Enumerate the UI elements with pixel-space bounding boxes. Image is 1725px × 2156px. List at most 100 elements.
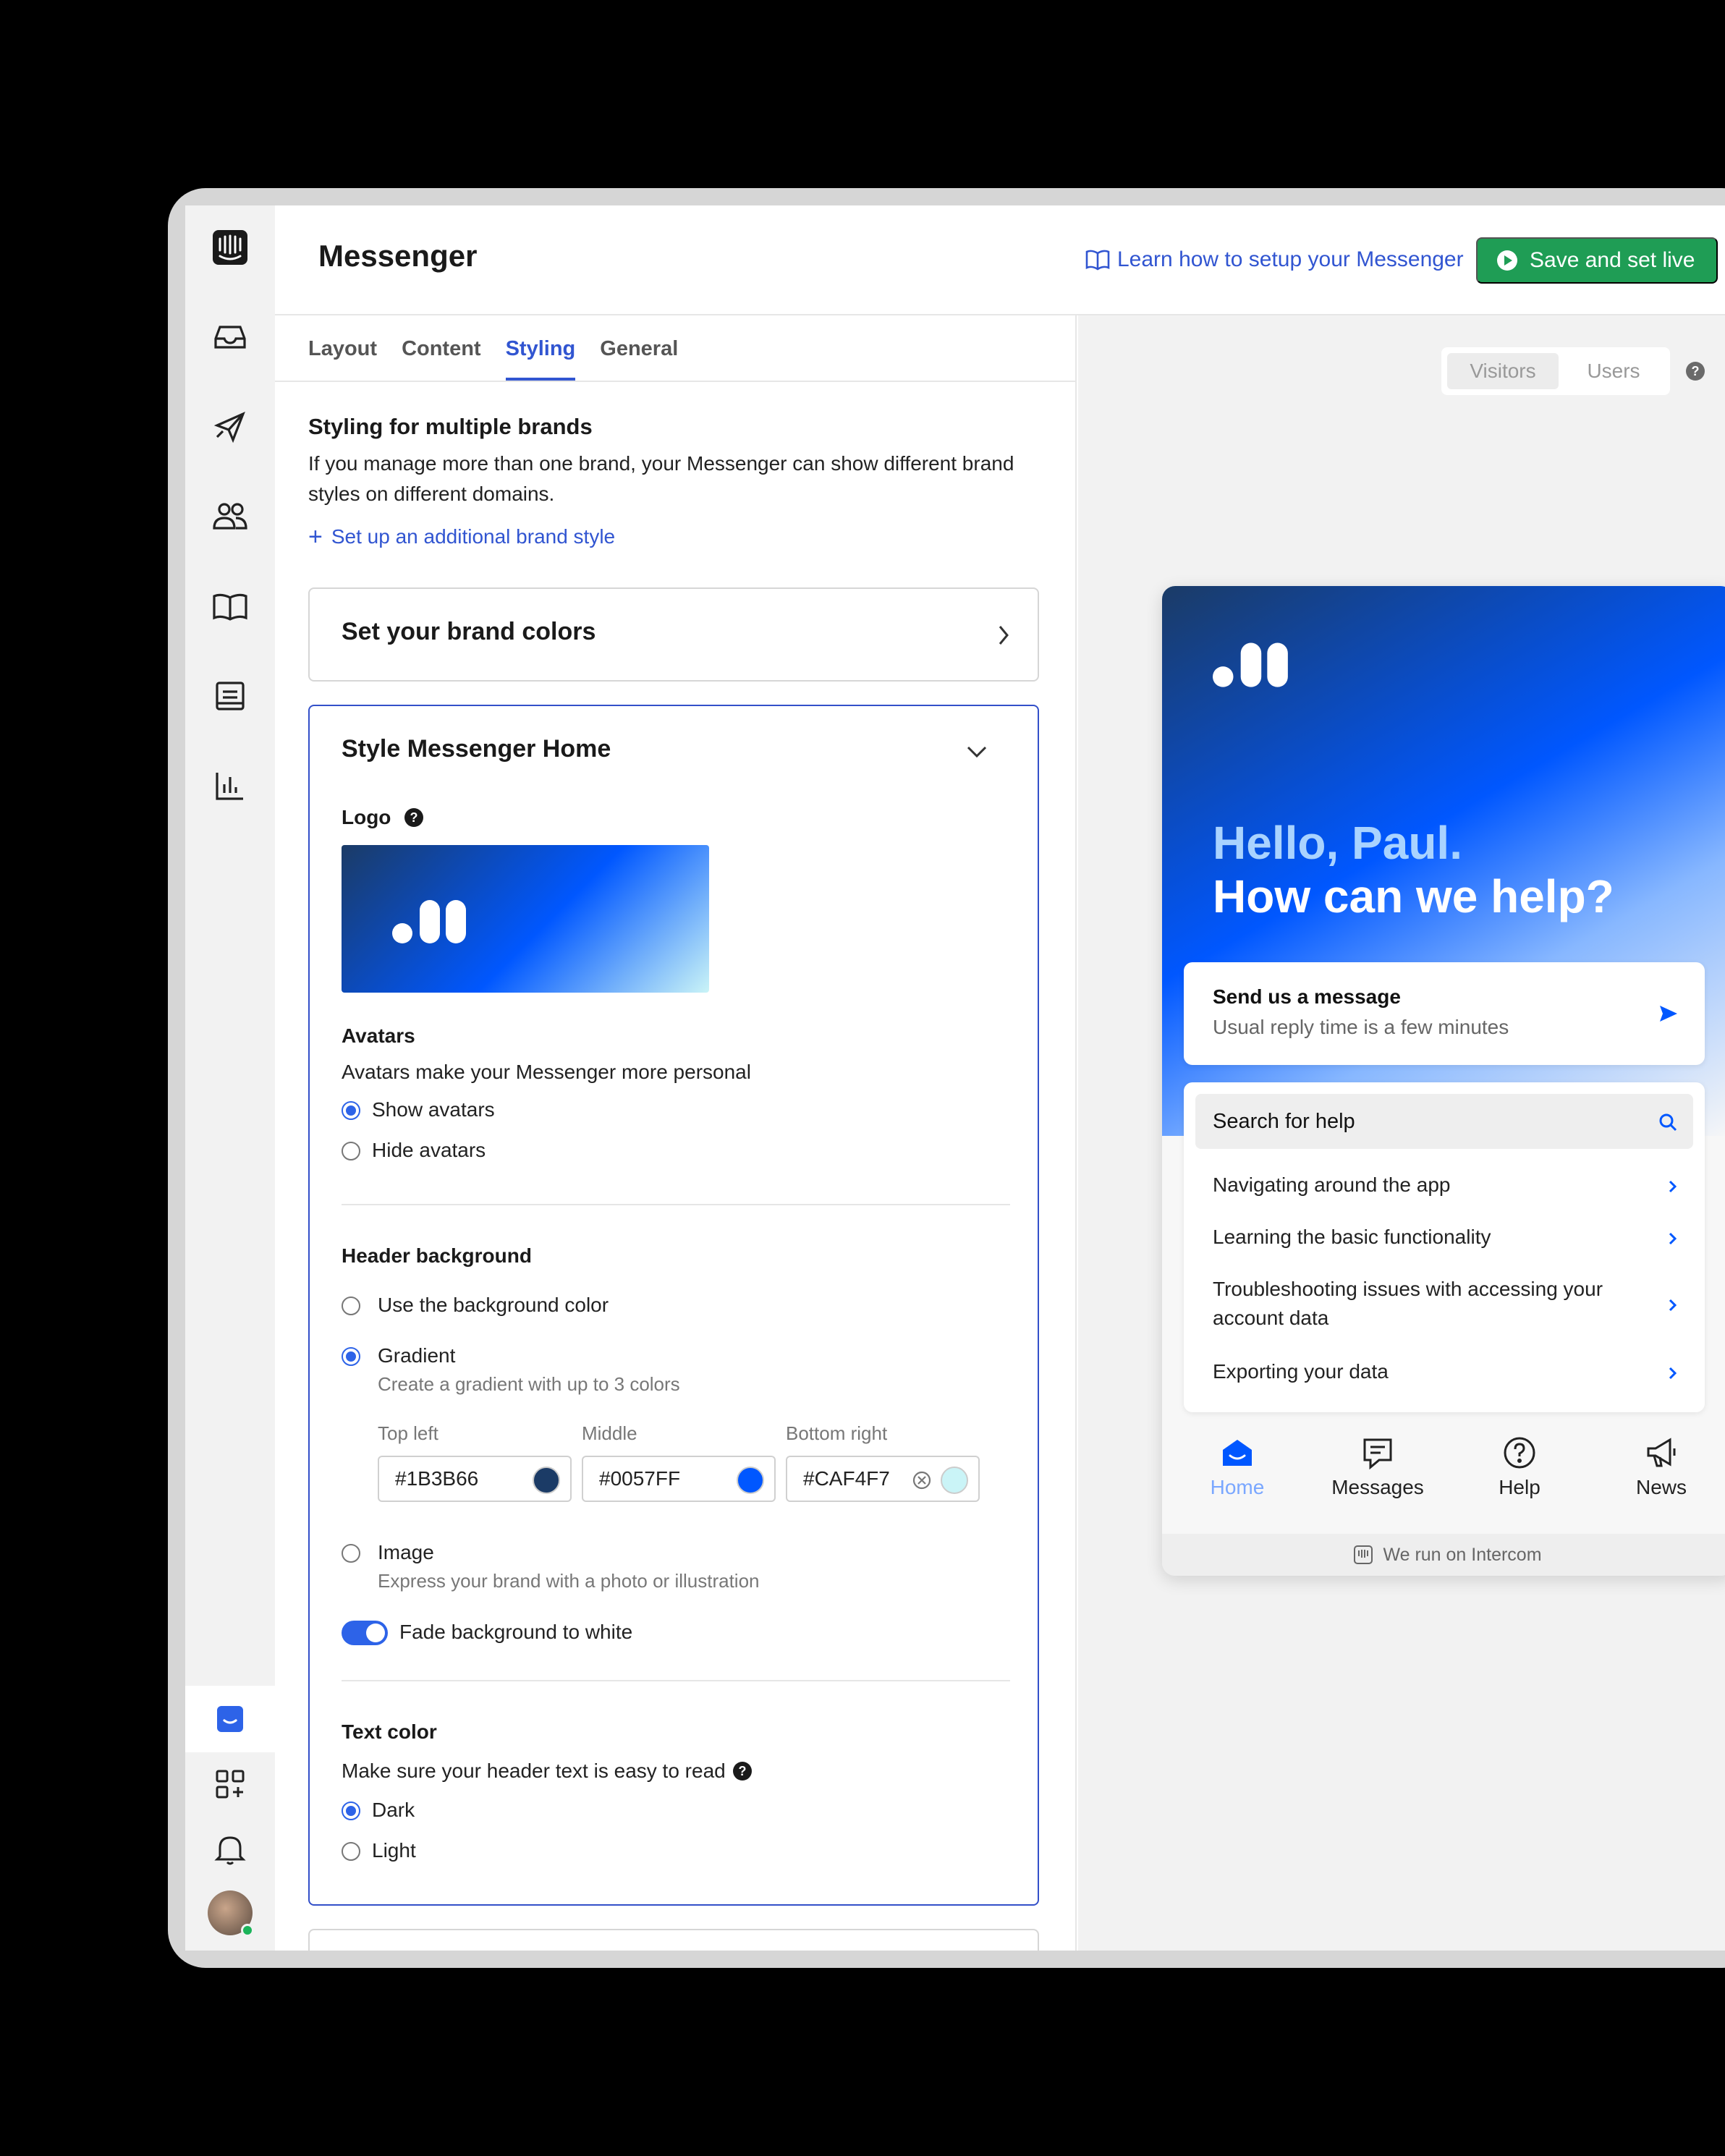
next-section-card[interactable] [308, 1929, 1039, 1951]
online-status-dot [241, 1924, 254, 1937]
segment-users[interactable]: Users [1563, 353, 1664, 389]
nav-help[interactable]: Help [1462, 1435, 1577, 1499]
radio-dark[interactable] [342, 1801, 360, 1820]
nav-home-label: Home [1210, 1476, 1265, 1498]
middle-color-field[interactable]: #0057FF [582, 1456, 776, 1502]
chevron-right-icon [1669, 1180, 1677, 1193]
articles-icon[interactable] [185, 573, 275, 640]
reports-chart-icon[interactable] [185, 752, 275, 819]
intercom-logo-icon [1354, 1545, 1373, 1564]
bottom-right-swatch[interactable] [941, 1467, 968, 1494]
search-icon [1659, 1113, 1677, 1132]
radio-gradient[interactable] [342, 1347, 360, 1366]
tab-general[interactable]: General [600, 315, 678, 381]
help-icon[interactable]: ? [732, 1761, 753, 1781]
radio-show-avatars[interactable] [342, 1101, 360, 1120]
settings-pane: Layout Content Styling General Styling f… [275, 315, 1077, 1951]
top-left-label: Top left [378, 1422, 438, 1444]
learn-setup-link[interactable]: Learn how to setup your Messenger [1085, 247, 1464, 272]
article-item[interactable]: Troubleshooting issues with accessing yo… [1213, 1275, 1647, 1333]
send-icon [1660, 1006, 1677, 1022]
greeting-line-1: Hello, Paul. [1213, 817, 1462, 869]
bottom-right-label: Bottom right [786, 1422, 888, 1444]
chevron-right-icon [1669, 1367, 1677, 1380]
middle-swatch[interactable] [737, 1467, 764, 1494]
add-brand-style-link[interactable]: + Set up an additional brand style [308, 523, 616, 551]
chevron-right-icon [999, 626, 1009, 645]
text-color-title: Text color [342, 1720, 437, 1743]
multi-brand-description: If you manage more than one brand, your … [308, 452, 1014, 505]
brand-colors-card[interactable]: Set your brand colors [308, 587, 1039, 682]
audience-segmented-control: Visitors Users [1441, 347, 1670, 395]
add-brand-style-label: Set up an additional brand style [331, 525, 616, 548]
user-avatar[interactable] [185, 1880, 275, 1946]
nav-home[interactable]: Home [1179, 1435, 1295, 1499]
bottom-right-color-value: #CAF4F7 [803, 1467, 890, 1490]
help-search-card: Search for help Navigating around the ap… [1184, 1082, 1705, 1412]
settings-tabs: Layout Content Styling General [308, 315, 678, 381]
svg-text:?: ? [410, 810, 418, 825]
top-bar: Messenger Learn how to setup your Messen… [275, 205, 1725, 315]
intercom-logo-icon[interactable] [185, 214, 275, 281]
tabs-divider [275, 381, 1075, 382]
radio-light[interactable] [342, 1842, 360, 1861]
messages-icon [1363, 1438, 1392, 1470]
nav-news[interactable]: News [1603, 1435, 1719, 1499]
send-message-card[interactable]: Send us a message Usual reply time is a … [1184, 962, 1705, 1065]
article-item[interactable]: Exporting your data [1213, 1357, 1647, 1386]
avatars-description: Avatars make your Messenger more persona… [342, 1061, 751, 1083]
inbox-icon[interactable] [185, 304, 275, 370]
messenger-preview: Hello, Paul. How can we help? Send us a … [1162, 586, 1725, 1576]
top-left-color-field[interactable]: #1B3B66 [378, 1456, 572, 1502]
nav-messages[interactable]: Messages [1320, 1435, 1436, 1499]
top-left-swatch[interactable] [533, 1467, 560, 1494]
background-color-label: Use the background color [378, 1294, 609, 1316]
help-icon[interactable]: ? [1684, 360, 1706, 382]
logo-preview[interactable] [342, 845, 709, 993]
article-item[interactable]: Navigating around the app [1213, 1171, 1647, 1200]
play-icon [1497, 250, 1517, 271]
image-description: Express your brand with a photo or illus… [378, 1570, 760, 1592]
page-title: Messenger [318, 239, 478, 273]
article-item[interactable]: Learning the basic functionality [1213, 1223, 1647, 1252]
avatars-title: Avatars [342, 1024, 415, 1047]
section-divider [342, 1680, 1010, 1681]
logo-label: Logo [342, 806, 391, 828]
help-search-input[interactable]: Search for help [1195, 1094, 1693, 1149]
section-divider [342, 1204, 1010, 1205]
style-home-card: Style Messenger Home Logo ? Avatars Avat… [308, 705, 1039, 1906]
bottom-right-color-field[interactable]: #CAF4F7 [786, 1456, 980, 1502]
plus-icon: + [308, 523, 323, 551]
tab-content[interactable]: Content [402, 315, 481, 381]
icon-rail [185, 205, 275, 1951]
megaphone-icon [1647, 1438, 1676, 1467]
help-icon[interactable]: ? [404, 807, 424, 828]
send-message-title: Send us a message [1213, 985, 1401, 1008]
contacts-icon[interactable] [185, 483, 275, 550]
chevron-right-icon [1669, 1232, 1677, 1245]
radio-hide-avatars[interactable] [342, 1142, 360, 1160]
tab-layout[interactable]: Layout [308, 315, 377, 381]
outbound-icon[interactable] [185, 394, 275, 460]
radio-image[interactable] [342, 1544, 360, 1563]
notifications-icon[interactable] [185, 1816, 275, 1883]
save-and-set-live-button[interactable]: Save and set live [1476, 237, 1718, 284]
messenger-icon[interactable] [185, 1686, 275, 1752]
show-avatars-label: Show avatars [372, 1098, 495, 1121]
reports-doc-icon[interactable] [185, 663, 275, 729]
tab-styling[interactable]: Styling [505, 315, 576, 381]
middle-color-value: #0057FF [599, 1467, 681, 1490]
powered-by-footer[interactable]: We run on Intercom [1162, 1534, 1725, 1576]
clear-icon[interactable] [912, 1470, 932, 1490]
chevron-right-icon [1669, 1299, 1677, 1312]
segment-visitors[interactable]: Visitors [1447, 353, 1559, 389]
home-icon [1223, 1440, 1252, 1466]
fade-background-toggle[interactable] [342, 1621, 388, 1645]
fade-background-label: Fade background to white [399, 1621, 633, 1643]
header-bg-title: Header background [342, 1244, 532, 1267]
help-search-placeholder: Search for help [1213, 1109, 1355, 1133]
radio-background-color[interactable] [342, 1296, 360, 1315]
apps-icon[interactable] [185, 1751, 275, 1817]
hide-avatars-label: Hide avatars [372, 1139, 486, 1161]
chevron-down-icon[interactable] [965, 744, 988, 760]
